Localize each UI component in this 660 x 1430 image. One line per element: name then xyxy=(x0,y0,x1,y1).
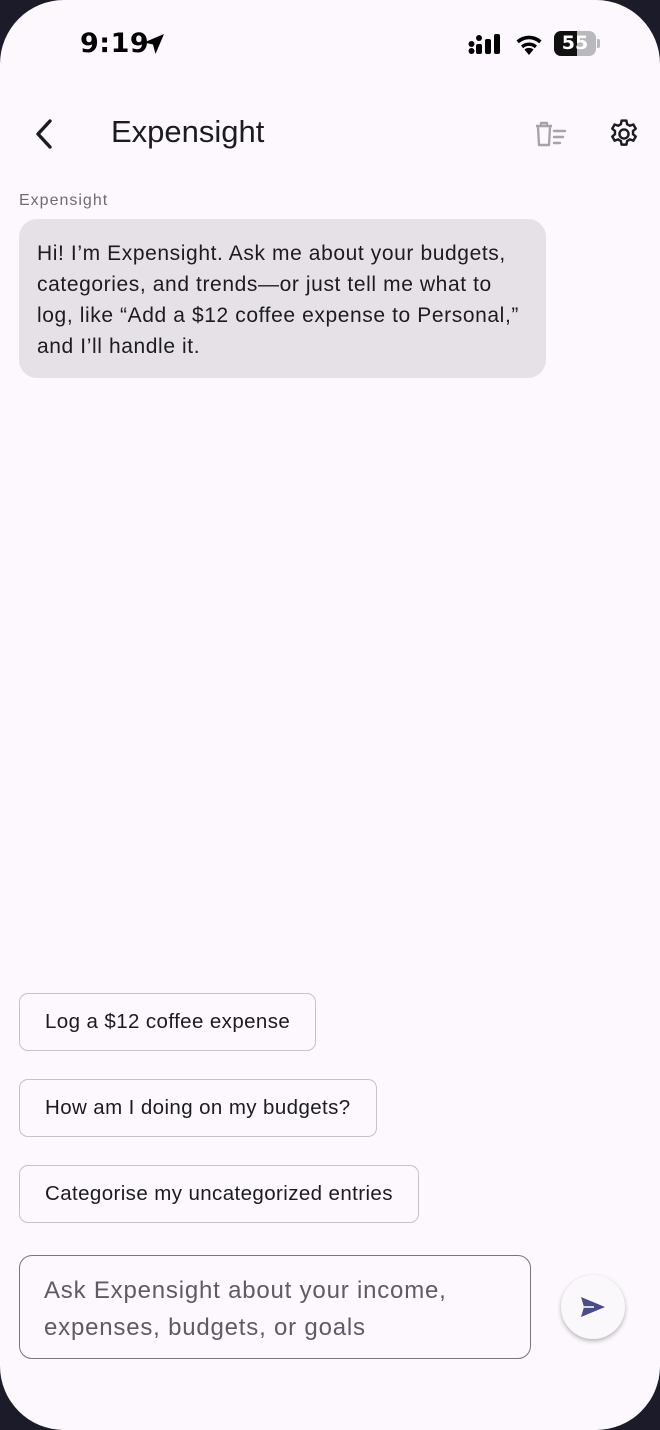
settings-button[interactable] xyxy=(602,112,646,156)
send-button[interactable] xyxy=(561,1275,625,1339)
battery-body: 55 xyxy=(554,31,596,56)
battery-tip xyxy=(597,39,600,48)
clear-chat-button[interactable] xyxy=(528,114,570,154)
assistant-message-bubble: Hi! I’m Expensight. Ask me about your bu… xyxy=(19,219,546,378)
battery-level: 55 xyxy=(561,32,589,54)
send-icon xyxy=(581,1297,605,1317)
suggestion-chip[interactable]: How am I doing on my budgets? xyxy=(19,1079,377,1137)
back-button[interactable] xyxy=(22,112,66,156)
message-input[interactable] xyxy=(44,1272,506,1342)
suggestion-chip[interactable]: Categorise my uncategorized entries xyxy=(19,1165,419,1223)
suggestion-chip[interactable]: Log a $12 coffee expense xyxy=(19,993,317,1051)
gear-icon xyxy=(611,119,637,146)
app-screen: 9:19 55 Expensight Expensight Hi! I’m Ex… xyxy=(0,0,660,1430)
battery-indicator: 55 xyxy=(554,31,600,56)
status-time: 9:19 xyxy=(80,28,150,59)
cellular-signal-icon xyxy=(468,34,500,54)
message-sender: Expensight xyxy=(19,192,109,209)
wifi-icon xyxy=(516,35,542,55)
clear-history-icon xyxy=(536,121,567,147)
location-arrow-icon xyxy=(144,34,164,54)
chevron-left-icon xyxy=(36,119,52,149)
message-input-container xyxy=(19,1255,531,1359)
page-title: Expensight xyxy=(111,114,265,149)
